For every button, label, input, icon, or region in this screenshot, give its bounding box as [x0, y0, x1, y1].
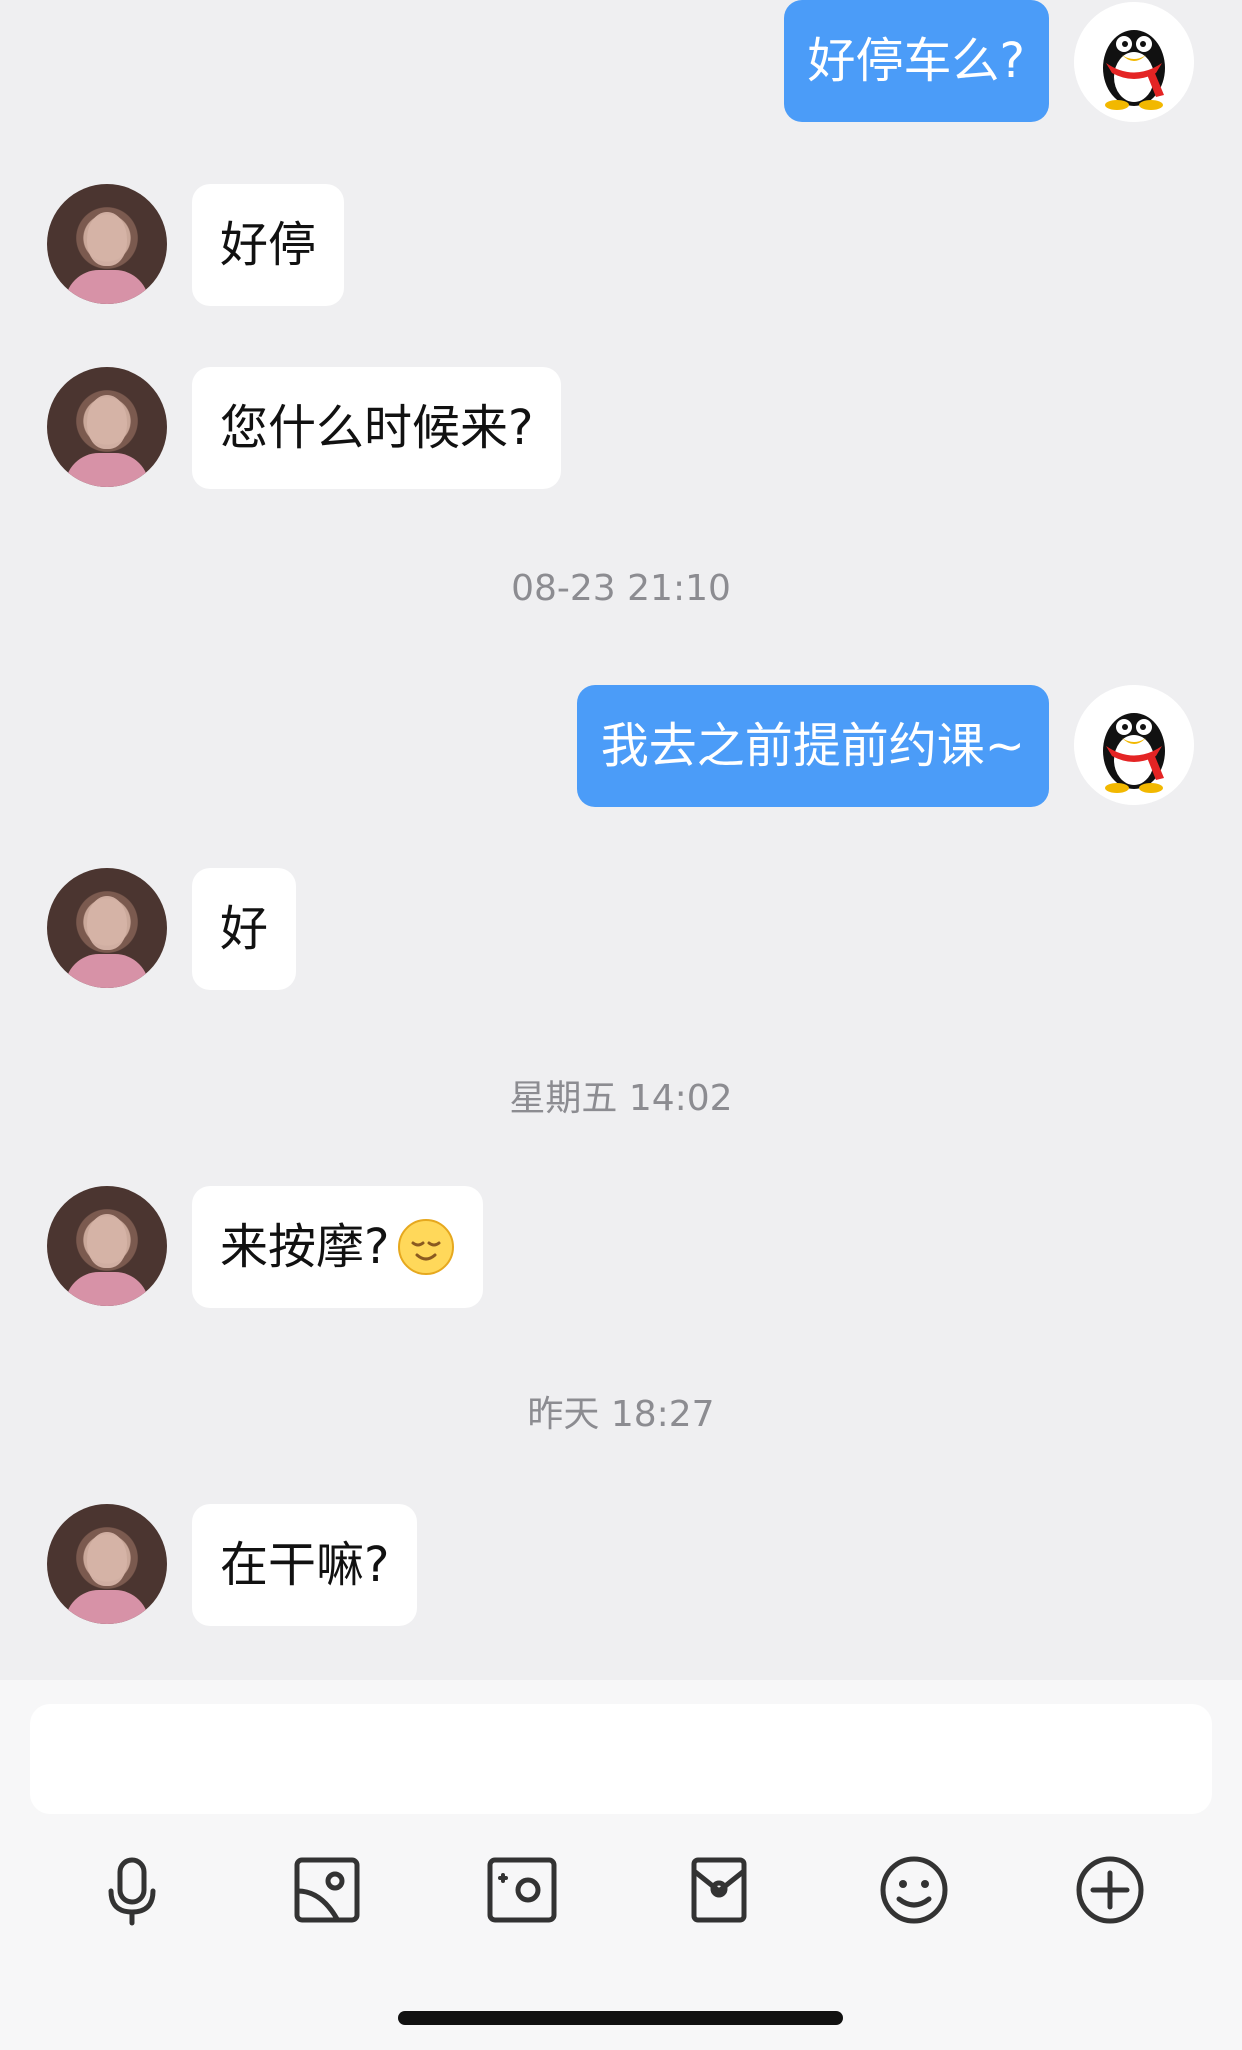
message-text: 好停	[220, 217, 317, 273]
red-packet-icon	[691, 1857, 747, 1923]
camera-icon	[487, 1857, 557, 1923]
incoming-message-bubble[interactable]: 好	[192, 868, 297, 990]
qq-penguin-icon	[1074, 685, 1194, 805]
message-composer	[0, 1680, 1242, 2050]
emoji-button[interactable]	[872, 1848, 956, 1932]
incoming-message-bubble[interactable]: 好停	[192, 184, 345, 306]
home-indicator[interactable]	[398, 2011, 843, 2025]
contact-avatar[interactable]	[47, 367, 167, 487]
contact-avatar[interactable]	[47, 184, 167, 304]
message-timestamp: 昨天 18:27	[527, 1394, 715, 1435]
incoming-message-bubble[interactable]: 您什么时候来?	[192, 367, 562, 489]
qq-penguin-icon	[1074, 2, 1194, 122]
message-text: 来按摩?	[220, 1219, 390, 1275]
plus-circle-icon	[1076, 1856, 1144, 1924]
contact-avatar[interactable]	[47, 1186, 167, 1306]
emoji-icon	[880, 1856, 948, 1924]
microphone-icon	[108, 1857, 156, 1926]
message-text: 您什么时候来?	[220, 400, 534, 456]
contact-avatar[interactable]	[47, 868, 167, 988]
outgoing-message-bubble[interactable]: 好停车么?	[783, 0, 1049, 122]
self-avatar[interactable]	[1074, 2, 1194, 122]
incoming-message-bubble[interactable]: 来按摩?	[192, 1186, 484, 1308]
incoming-message-bubble[interactable]: 在干嘛?	[192, 1504, 418, 1626]
message-text: 在干嘛?	[220, 1537, 390, 1593]
self-avatar[interactable]	[1074, 685, 1194, 805]
camera-button[interactable]	[480, 1848, 564, 1932]
chat-message-area[interactable]: 好停车么? 好停 您什么时候来? 08-23 21:10 我去之前提前约课~ 好…	[0, 0, 1242, 1680]
contact-avatar[interactable]	[47, 1504, 167, 1624]
outgoing-message-bubble[interactable]: 我去之前提前约课~	[576, 685, 1049, 807]
message-text: 好停车么?	[807, 33, 1025, 89]
photo-button[interactable]	[285, 1848, 369, 1932]
message-timestamp: 星期五 14:02	[509, 1078, 733, 1119]
message-input[interactable]	[30, 1704, 1212, 1814]
more-button[interactable]	[1068, 1848, 1152, 1932]
smiling-face-icon	[397, 1218, 455, 1276]
message-timestamp: 08-23 21:10	[511, 568, 731, 609]
message-text: 我去之前提前约课~	[600, 718, 1025, 774]
red-packet-button[interactable]	[677, 1848, 761, 1932]
voice-button[interactable]	[90, 1848, 174, 1932]
image-icon	[294, 1857, 360, 1923]
message-text: 好	[220, 901, 269, 957]
